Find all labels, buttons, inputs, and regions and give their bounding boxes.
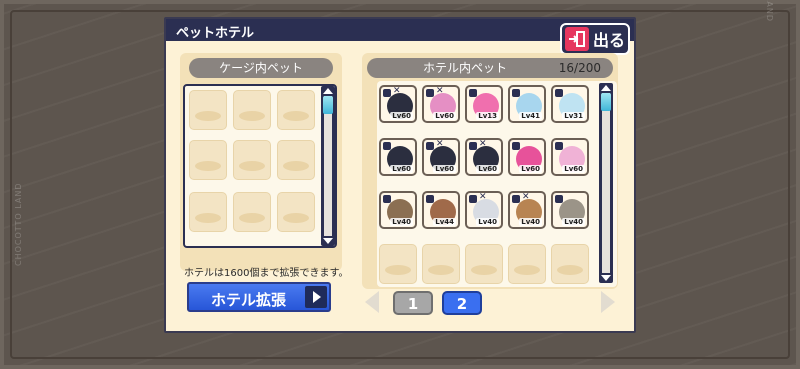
crossed-icon: ✕	[479, 192, 487, 202]
lock-icon	[426, 89, 434, 97]
pet-level: Lv60	[433, 112, 456, 120]
pet-level: Lv41	[519, 112, 542, 120]
cage-scrollbar[interactable]	[321, 86, 335, 246]
pet-level: Lv60	[390, 112, 413, 120]
pet-card[interactable]: Lv60	[551, 138, 589, 176]
scroll-track	[324, 96, 332, 236]
pet-level: Lv60	[476, 165, 499, 173]
pet-card[interactable]: Lv40	[551, 191, 589, 229]
hotel-panel: ホテル内ペット 16/200 ✕ Lv60 ✕ Lv60 Lv13 Lv41 Lv31 Lv6…	[362, 53, 618, 289]
cage-slot[interactable]	[277, 90, 315, 130]
page-button-2[interactable]: 2	[442, 291, 482, 315]
pet-card[interactable]: ✕ Lv40	[465, 191, 503, 229]
hotel-slot[interactable]	[422, 244, 460, 284]
cage-slot[interactable]	[233, 140, 271, 180]
cage-slot[interactable]	[233, 192, 271, 232]
pet-card[interactable]: Lv60	[379, 138, 417, 176]
scroll-track	[602, 93, 610, 273]
expand-hotel-label: ホテル拡張	[211, 291, 287, 309]
crossed-icon: ✕	[436, 86, 444, 96]
pet-level: Lv60	[519, 165, 542, 173]
pet-card[interactable]: Lv40	[379, 191, 417, 229]
pet-level: Lv40	[476, 218, 499, 226]
scroll-up-icon[interactable]	[601, 85, 611, 91]
brand-watermark-left: CHOCOTTO LAND	[14, 182, 23, 266]
lock-icon	[555, 89, 563, 97]
lock-icon	[512, 195, 520, 203]
hotel-slot[interactable]	[551, 244, 589, 284]
lock-icon	[383, 195, 391, 203]
capacity-info: ホテルは1600個まで拡張できます。	[184, 268, 349, 279]
pet-card[interactable]: ✕ Lv60	[465, 138, 503, 176]
crossed-icon: ✕	[522, 192, 530, 202]
pet-level: Lv44	[433, 218, 456, 226]
pet-level: Lv60	[562, 165, 585, 173]
cage-slot[interactable]	[277, 140, 315, 180]
hotel-scrollbar[interactable]	[599, 83, 613, 283]
exit-button[interactable]: 出る	[560, 23, 630, 55]
hotel-panel-header: ホテル内ペット 16/200	[367, 58, 613, 78]
cage-pet-grid	[183, 84, 337, 248]
hotel-slot[interactable]	[379, 244, 417, 284]
pet-card[interactable]: ✕ Lv40	[508, 191, 546, 229]
hotel-slot[interactable]	[465, 244, 503, 284]
lock-icon	[469, 89, 477, 97]
next-page-arrow-icon[interactable]	[601, 291, 615, 313]
hotel-panel-title: ホテル内ペット	[423, 61, 508, 75]
pet-level: Lv40	[390, 218, 413, 226]
scroll-thumb[interactable]	[601, 93, 611, 111]
lock-icon	[555, 195, 563, 203]
pet-level: Lv31	[562, 112, 585, 120]
pet-level: Lv60	[390, 165, 413, 173]
pet-card[interactable]: Lv31	[551, 85, 589, 123]
exit-label: 出る	[593, 31, 626, 50]
lock-icon	[555, 142, 563, 150]
cage-slot[interactable]	[233, 90, 271, 130]
lock-icon	[383, 89, 391, 97]
lock-icon	[512, 142, 520, 150]
page-button-1[interactable]: 1	[393, 291, 433, 315]
crossed-icon: ✕	[393, 86, 401, 96]
cage-slot[interactable]	[189, 192, 227, 232]
hotel-slot[interactable]	[508, 244, 546, 284]
cage-slot[interactable]	[189, 140, 227, 180]
hotel-pet-grid: ✕ Lv60 ✕ Lv60 Lv13 Lv41 Lv31 Lv60 ✕ Lv60 ✕ Lv60 Lv60…	[377, 81, 617, 287]
pet-level: Lv60	[433, 165, 456, 173]
expand-hotel-button[interactable]: ホテル拡張	[187, 282, 331, 312]
cage-panel-header: ケージ内ペット	[189, 58, 333, 78]
cage-slot[interactable]	[189, 90, 227, 130]
scroll-down-icon[interactable]	[323, 238, 333, 244]
scroll-thumb[interactable]	[323, 96, 333, 114]
crossed-icon: ✕	[436, 139, 444, 149]
pet-card[interactable]: Lv44	[422, 191, 460, 229]
lock-icon	[469, 142, 477, 150]
play-arrow-icon	[305, 286, 327, 308]
crossed-icon: ✕	[479, 139, 487, 149]
pet-level: Lv13	[476, 112, 499, 120]
pet-card[interactable]: ✕ Lv60	[422, 138, 460, 176]
exit-door-icon	[565, 27, 589, 51]
pet-card[interactable]: Lv60	[508, 138, 546, 176]
lock-icon	[426, 195, 434, 203]
lock-icon	[512, 89, 520, 97]
pet-level: Lv40	[562, 218, 585, 226]
hotel-pet-count: 16/200	[558, 61, 601, 75]
pet-level: Lv40	[519, 218, 542, 226]
pet-card[interactable]: Lv41	[508, 85, 546, 123]
pet-card[interactable]: Lv13	[465, 85, 503, 123]
cage-slot[interactable]	[277, 192, 315, 232]
lock-icon	[469, 195, 477, 203]
scroll-down-icon[interactable]	[601, 275, 611, 281]
pet-card[interactable]: ✕ Lv60	[422, 85, 460, 123]
scroll-up-icon[interactable]	[323, 88, 333, 94]
lock-icon	[426, 142, 434, 150]
pet-card[interactable]: ✕ Lv60	[379, 85, 417, 123]
prev-page-arrow-icon[interactable]	[365, 291, 379, 313]
lock-icon	[383, 142, 391, 150]
cage-panel: ケージ内ペット	[180, 53, 342, 271]
brand-watermark-right: CHOCOTTO LAND	[765, 0, 774, 22]
window-title: ペットホテル	[176, 26, 255, 41]
